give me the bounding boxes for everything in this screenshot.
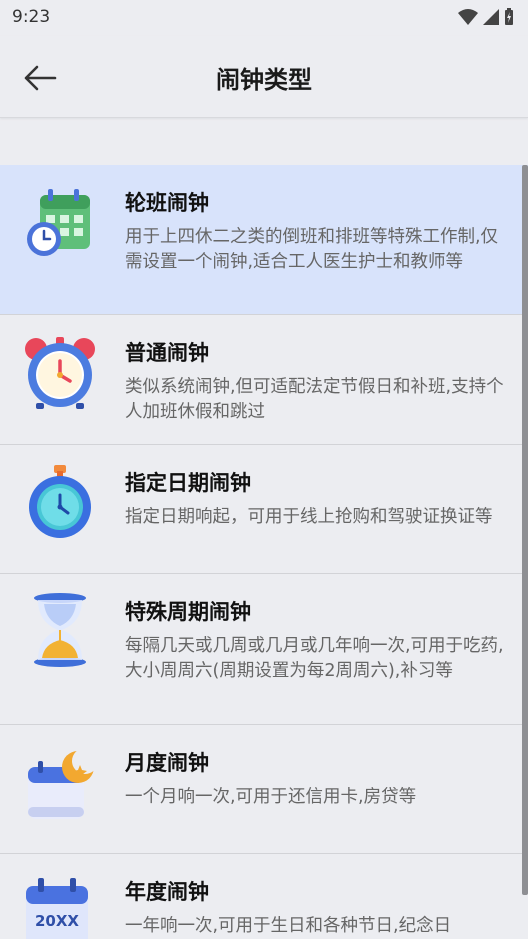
list-item-normal-alarm[interactable]: 普通闹钟 类似系统闹钟,但可适配法定节假日和补班,支持个人加班休假和跳过 — [0, 315, 528, 445]
alarm-clock-icon — [25, 337, 95, 409]
signal-icon — [483, 9, 499, 25]
status-bar: 9:23 — [0, 0, 528, 36]
item-title: 月度闹钟 — [125, 751, 209, 775]
alarm-type-list: 轮班闹钟 用于上四休二之类的倒班和排班等特殊工作制,仅需设置一个闹钟,适合工人医… — [0, 165, 528, 939]
item-title: 特殊周期闹钟 — [125, 600, 251, 624]
item-description: 一年响一次,可用于生日和各种节日,纪念日 — [125, 916, 452, 936]
item-description: 一个月响一次,可用于还信用卡,房贷等 — [125, 787, 417, 807]
app-bar: 闹钟类型 — [0, 36, 528, 118]
yearly-calendar-icon: 20XX — [26, 878, 88, 939]
page-title: 闹钟类型 — [216, 66, 312, 94]
item-description: 用于上四休二之类的倒班和排班等特殊工作制,仅需设置一个闹钟,适合工人医生护士和教… — [125, 227, 499, 272]
moon-calendar-icon — [28, 748, 98, 819]
item-description: 指定日期响起，可用于线上抢购和驾驶证换证等 — [125, 507, 493, 527]
list-item-yearly-alarm[interactable]: 20XX 年度闹钟 一年响一次,可用于生日和各种节日,纪念日 — [0, 854, 528, 939]
calendar-year-badge: 20XX — [35, 912, 79, 930]
wifi-icon — [458, 9, 478, 25]
list-item-periodic-alarm[interactable]: 特殊周期闹钟 每隔几天或几周或几月或几年响一次,可用于吃药,大小周周六(周期设置… — [0, 574, 528, 725]
item-title: 指定日期闹钟 — [125, 471, 251, 495]
battery-icon — [505, 8, 513, 25]
list-item-date-alarm[interactable]: 指定日期闹钟 指定日期响起，可用于线上抢购和驾驶证换证等 — [0, 445, 528, 574]
shift-calendar-clock-icon — [27, 189, 90, 256]
item-title: 普通闹钟 — [125, 341, 209, 365]
hourglass-icon — [34, 593, 86, 667]
scrollbar[interactable] — [522, 165, 528, 895]
status-time: 9:23 — [12, 7, 51, 27]
item-title: 年度闹钟 — [125, 880, 209, 904]
item-description: 每隔几天或几周或几月或几年响一次,可用于吃药,大小周周六(周期设置为每2周周六)… — [125, 636, 504, 681]
list-item-shift-alarm[interactable]: 轮班闹钟 用于上四休二之类的倒班和排班等特殊工作制,仅需设置一个闹钟,适合工人医… — [0, 165, 528, 315]
list-item-monthly-alarm[interactable]: 月度闹钟 一个月响一次,可用于还信用卡,房贷等 — [0, 725, 528, 854]
status-icons — [458, 8, 514, 26]
item-description: 类似系统闹钟,但可适配法定节假日和补班,支持个人加班休假和跳过 — [125, 377, 504, 422]
item-title: 轮班闹钟 — [125, 191, 209, 215]
stopwatch-icon — [29, 465, 91, 538]
